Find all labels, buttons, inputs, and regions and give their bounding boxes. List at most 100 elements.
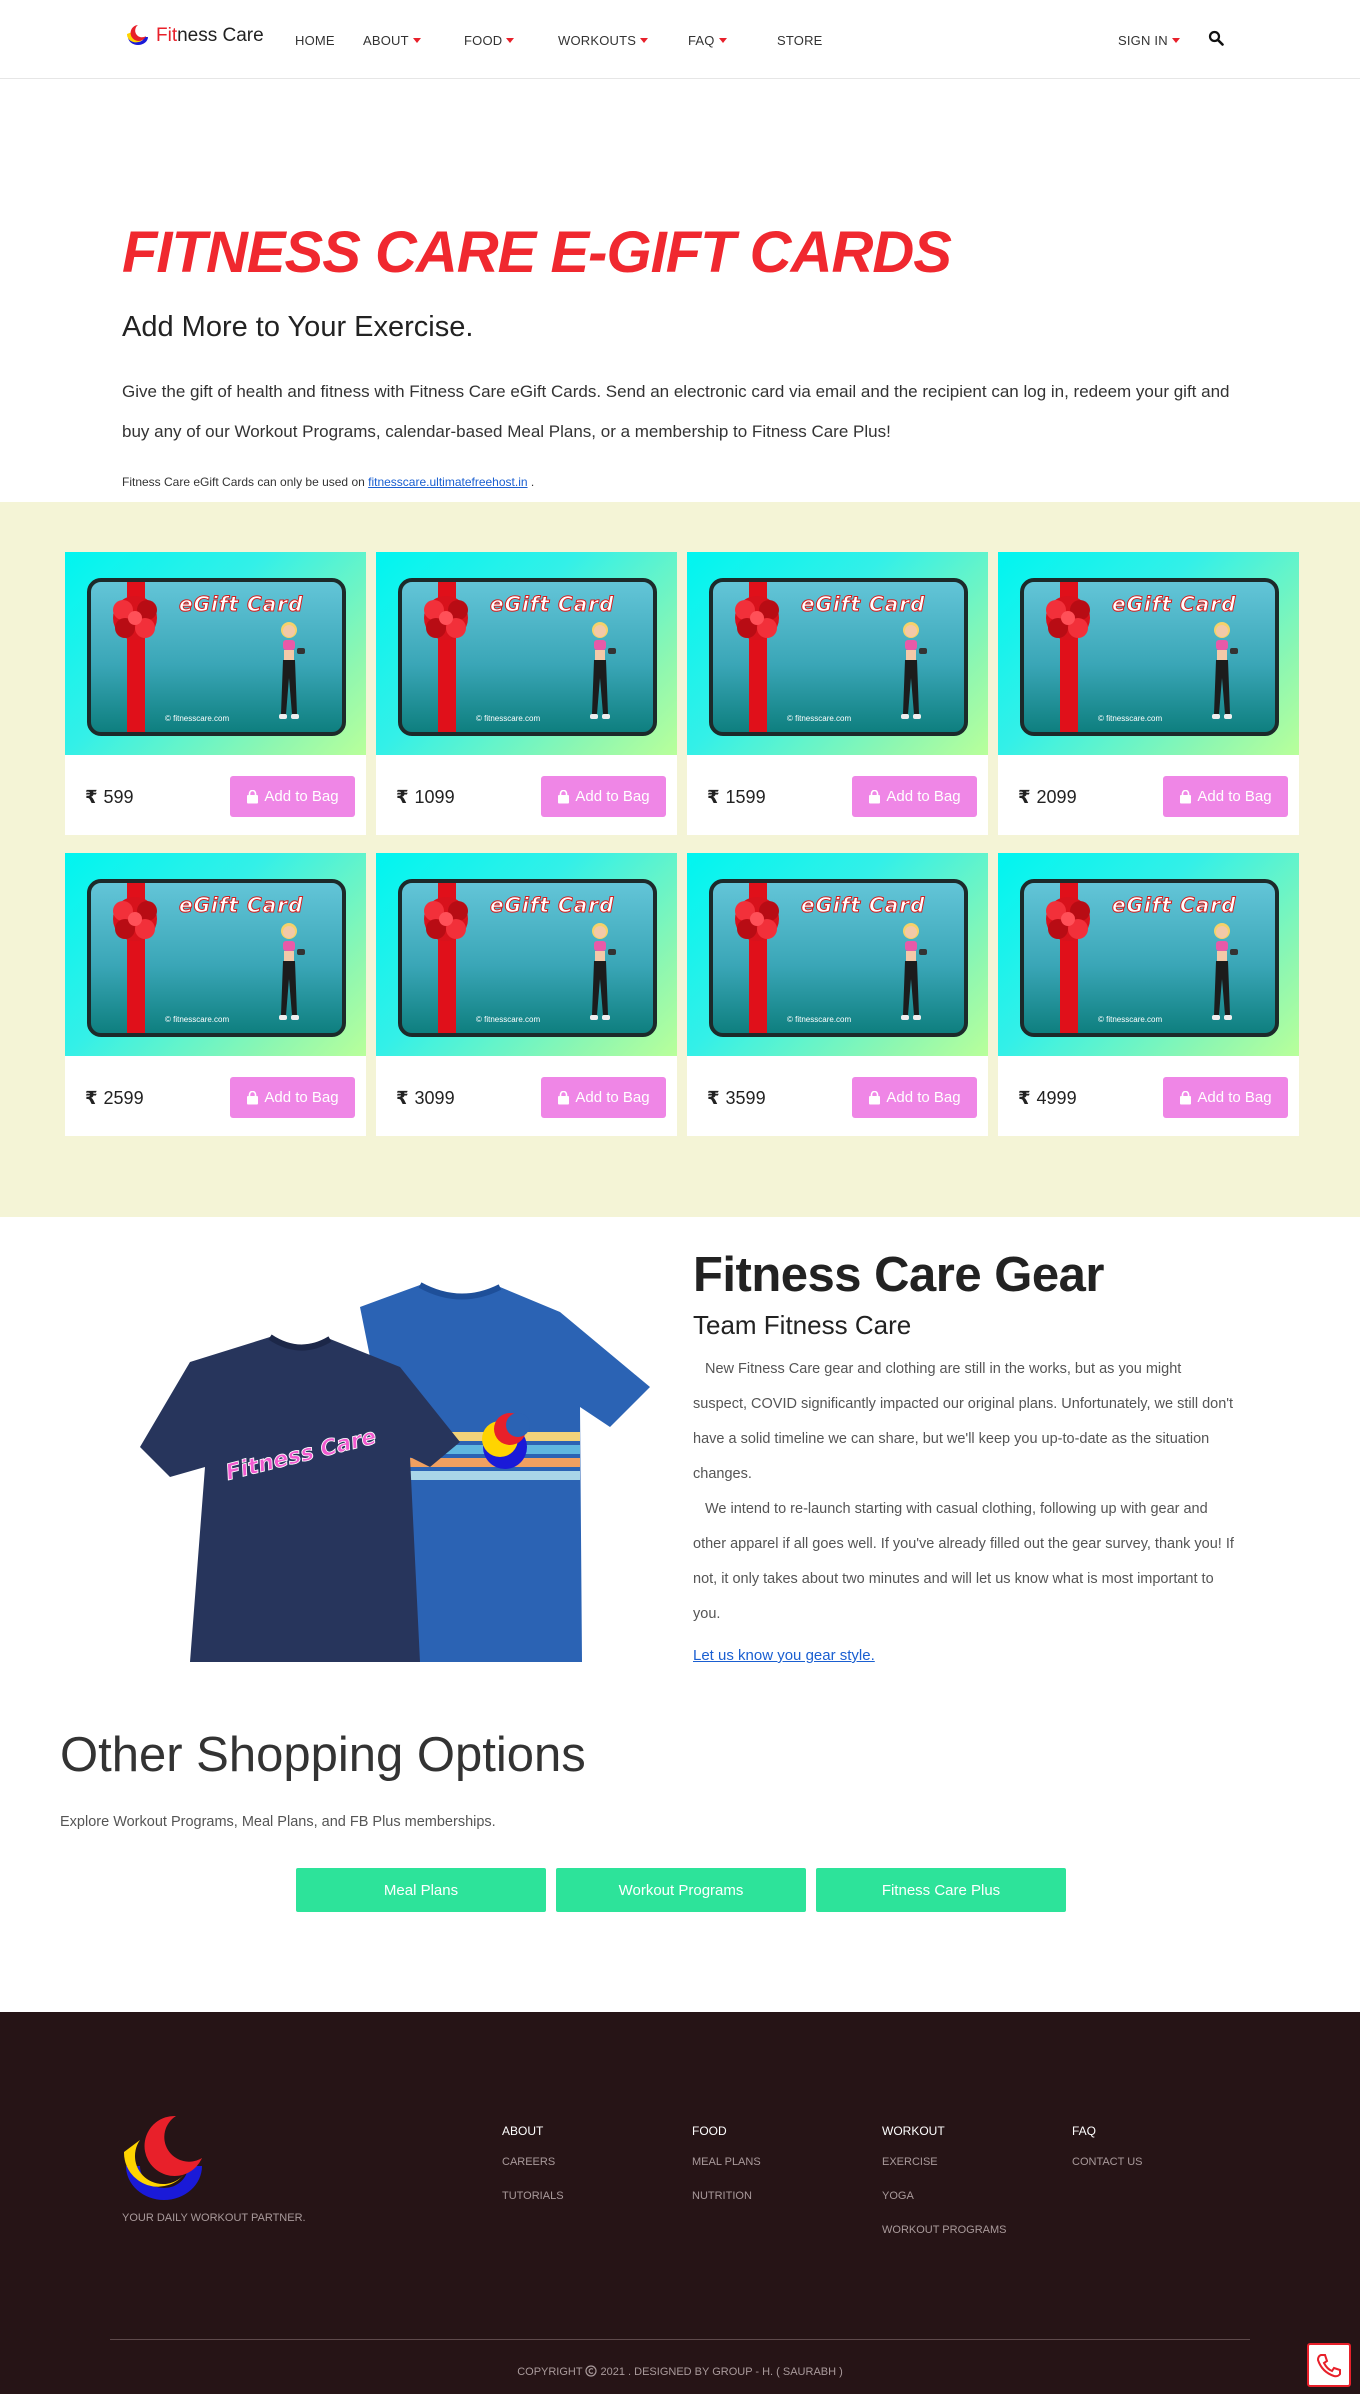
usage-note: Fitness Care eGift Cards can only be use… <box>122 475 535 489</box>
gift-card-price: ₹2599 <box>85 1088 144 1108</box>
nav-workouts[interactable]: WORKOUTS <box>558 33 649 48</box>
footer-link-careers[interactable]: CAREERS <box>502 2156 564 2168</box>
rupee-icon: ₹ <box>707 787 720 807</box>
workout-programs-button[interactable]: Workout Programs <box>556 1868 806 1912</box>
brand-logo[interactable]: Fitness Care <box>122 24 264 48</box>
gift-cards-section: eGift Card © fitnesscare.com ₹599 Add to… <box>0 502 1360 1217</box>
hero-section: FITNESS CARE E-GIFT CARDS Add More to Yo… <box>0 79 1360 502</box>
nav-store[interactable]: STORE <box>777 33 823 48</box>
footer-heading[interactable]: WORKOUT <box>882 2124 1006 2138</box>
rupee-icon: ₹ <box>396 787 409 807</box>
nav-home[interactable]: HOME <box>295 33 335 48</box>
gift-card-credit: © fitnesscare.com <box>787 1015 852 1024</box>
gift-bow-icon <box>424 596 468 640</box>
add-to-bag-button[interactable]: Add to Bag <box>230 1077 355 1118</box>
tshirts-image: Fitness Care <box>140 1282 650 1662</box>
shopping-bag-icon <box>1180 789 1192 803</box>
gift-card-credit: © fitnesscare.com <box>1098 714 1163 723</box>
add-to-bag-button[interactable]: Add to Bag <box>230 776 355 817</box>
meal-plans-button[interactable]: Meal Plans <box>296 1868 546 1912</box>
gift-card-credit: © fitnesscare.com <box>165 1015 230 1024</box>
gift-card-image: eGift Card © fitnesscare.com <box>998 853 1299 1056</box>
gift-card-price: ₹1599 <box>707 787 766 807</box>
nav-faq[interactable]: FAQ <box>688 33 727 48</box>
shopping-bag-icon <box>869 1090 881 1104</box>
fitness-girl-illustration <box>590 622 616 719</box>
caret-down-icon <box>640 38 649 43</box>
nav-food[interactable]: FOOD <box>464 33 515 48</box>
gift-card-credit: © fitnesscare.com <box>165 714 230 723</box>
footer-link-nutrition[interactable]: NUTRITION <box>692 2190 761 2202</box>
gift-card: eGift Card © fitnesscare.com ₹4999 Add t… <box>998 853 1299 1136</box>
site-footer: YOUR DAILY WORKOUT PARTNER. ABOUT CAREER… <box>0 2012 1360 2394</box>
rupee-icon: ₹ <box>1018 1088 1031 1108</box>
shopping-bag-icon <box>247 1090 259 1104</box>
add-to-bag-button[interactable]: Add to Bag <box>541 1077 666 1118</box>
nav-about[interactable]: ABOUT <box>363 33 421 48</box>
other-shopping-section: Other Shopping Options Explore Workout P… <box>0 1727 1360 2012</box>
shopping-bag-icon <box>1180 1090 1192 1104</box>
footer-link-yoga[interactable]: YOGA <box>882 2190 1006 2202</box>
nav-sign-in[interactable]: SIGN IN <box>1118 33 1180 48</box>
other-shopping-title: Other Shopping Options <box>60 1728 586 1782</box>
add-to-bag-button[interactable]: Add to Bag <box>1163 1077 1288 1118</box>
fitness-girl-illustration <box>1212 923 1238 1020</box>
gear-paragraph-2: We intend to re-launch starting with cas… <box>693 1501 1234 1622</box>
footer-link-tutorials[interactable]: TUTORIALS <box>502 2190 564 2202</box>
fitness-girl-illustration <box>1212 622 1238 719</box>
search-icon[interactable] <box>1208 30 1224 46</box>
fitness-girl-illustration <box>279 923 305 1020</box>
gift-card-credit: © fitnesscare.com <box>476 714 541 723</box>
fitness-girl-illustration <box>901 622 927 719</box>
gift-card-price: ₹3599 <box>707 1088 766 1108</box>
gift-card-title: eGift Card <box>800 592 926 617</box>
gift-card-title: eGift Card <box>1111 592 1237 617</box>
add-to-bag-button[interactable]: Add to Bag <box>541 776 666 817</box>
footer-col-food: FOOD MEAL PLANS NUTRITION <box>692 2124 761 2224</box>
intro-paragraph: Give the gift of health and fitness with… <box>122 382 1230 441</box>
caret-down-icon <box>506 38 515 43</box>
gift-bow-icon <box>113 596 157 640</box>
gear-title: Fitness Care Gear <box>693 1248 1104 1302</box>
rupee-icon: ₹ <box>396 1088 409 1108</box>
gift-card: eGift Card © fitnesscare.com ₹3099 Add t… <box>376 853 677 1136</box>
footer-link-meal-plans[interactable]: MEAL PLANS <box>692 2156 761 2168</box>
add-to-bag-button[interactable]: Add to Bag <box>852 1077 977 1118</box>
gift-card-title: eGift Card <box>489 592 615 617</box>
footer-col-workout: WORKOUT EXERCISE YOGA WORKOUT PROGRAMS <box>882 2124 1006 2258</box>
shopping-bag-icon <box>247 789 259 803</box>
caret-down-icon <box>718 38 727 43</box>
footer-heading[interactable]: FAQ <box>1072 2124 1143 2138</box>
phone-icon <box>1316 2354 1341 2378</box>
add-to-bag-button[interactable]: Add to Bag <box>1163 776 1288 817</box>
footer-heading[interactable]: ABOUT <box>502 2124 564 2138</box>
footer-link-contact-us[interactable]: CONTACT US <box>1072 2156 1143 2168</box>
gift-card-image: eGift Card © fitnesscare.com <box>687 853 988 1056</box>
gift-card-image: eGift Card © fitnesscare.com <box>687 552 988 755</box>
call-button[interactable] <box>1307 2343 1351 2387</box>
gear-subtitle: Team Fitness Care <box>693 1310 912 1340</box>
footer-link-workout-programs[interactable]: WORKOUT PROGRAMS <box>882 2224 1006 2236</box>
gift-card: eGift Card © fitnesscare.com ₹1599 Add t… <box>687 552 988 835</box>
add-to-bag-button[interactable]: Add to Bag <box>852 776 977 817</box>
gift-card-title: eGift Card <box>1111 893 1237 918</box>
gear-description: New Fitness Care gear and clothing are s… <box>693 1352 1238 1632</box>
caret-down-icon <box>1171 38 1180 43</box>
gift-bow-icon <box>735 596 779 640</box>
gift-card-image: eGift Card © fitnesscare.com <box>65 853 366 1056</box>
site-link[interactable]: fitnesscare.ultimatefreehost.in <box>368 475 527 489</box>
gear-paragraph-1: New Fitness Care gear and clothing are s… <box>693 1361 1234 1482</box>
footer-heading[interactable]: FOOD <box>692 2124 761 2138</box>
footer-link-exercise[interactable]: EXERCISE <box>882 2156 1006 2168</box>
footer-logo-icon[interactable] <box>122 2114 206 2204</box>
gear-section: Fitness Care Fitness Care Gear Team Fitn… <box>0 1217 1360 1727</box>
gift-bow-icon <box>1046 897 1090 941</box>
fitness-care-plus-button[interactable]: Fitness Care Plus <box>816 1868 1066 1912</box>
gift-card-price: ₹2099 <box>1018 787 1077 807</box>
gear-style-link[interactable]: Let us know you gear style. <box>693 1647 875 1664</box>
fitness-girl-illustration <box>590 923 616 1020</box>
footer-divider <box>110 2339 1250 2340</box>
gift-card-price: ₹3099 <box>396 1088 455 1108</box>
gift-bow-icon <box>735 897 779 941</box>
fitness-girl-illustration <box>279 622 305 719</box>
